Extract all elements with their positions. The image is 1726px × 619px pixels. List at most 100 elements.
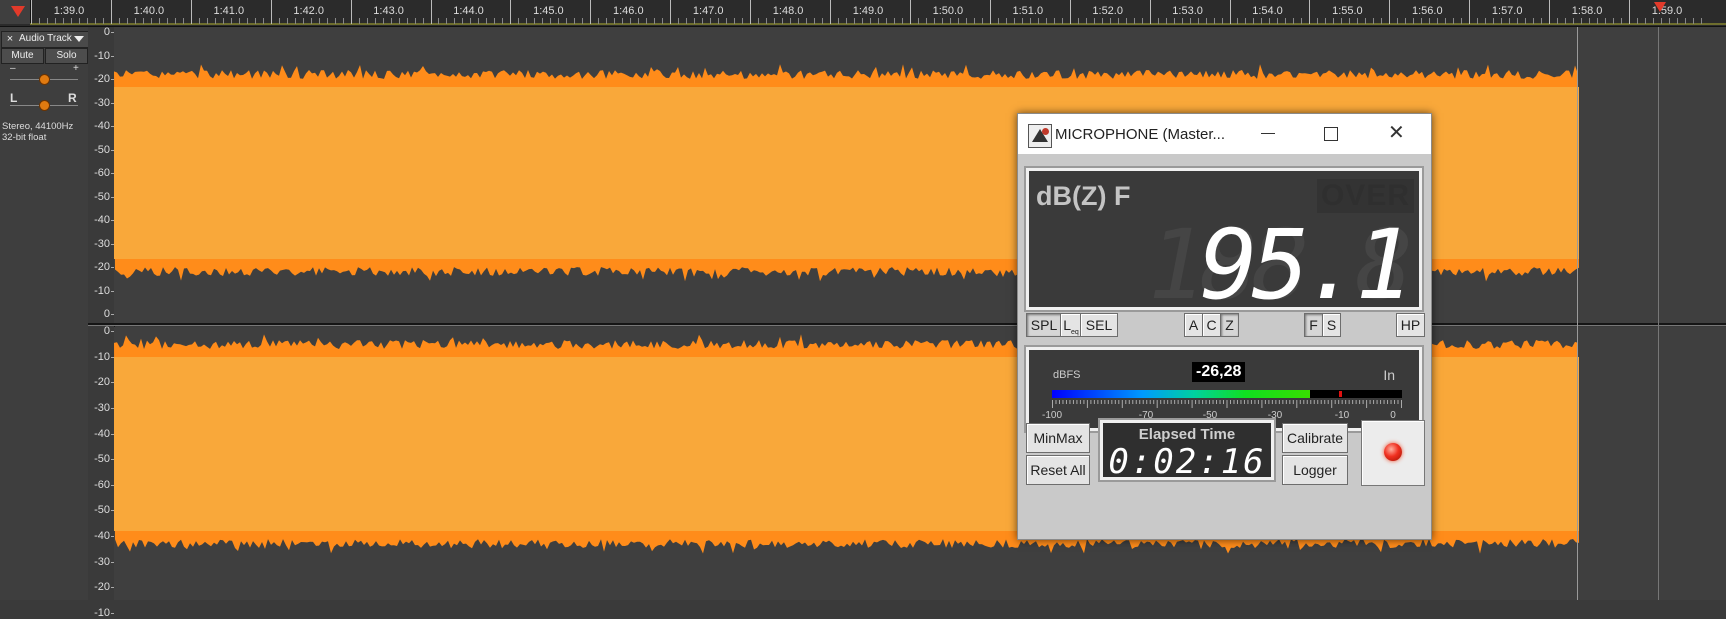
a-weight-button[interactable]: A	[1184, 313, 1203, 337]
ruler-minor-tick	[406, 18, 408, 24]
ruler-minor-tick	[1597, 18, 1599, 24]
ruler-minor-tick	[806, 18, 808, 24]
scale-db-label: -50	[94, 453, 110, 466]
level-scale-ticks	[1052, 400, 1402, 408]
ruler-minor-tick	[981, 18, 983, 24]
maximize-icon[interactable]	[1324, 127, 1338, 141]
pan-left-label: L	[10, 91, 18, 105]
solo-button[interactable]: Solo	[45, 48, 88, 64]
ruler-minor-tick	[694, 18, 696, 24]
ruler-minor-tick	[1652, 18, 1654, 24]
ruler-minor-tick	[654, 18, 656, 24]
minmax-button[interactable]: MinMax	[1026, 423, 1090, 453]
ruler-minor-tick	[1397, 18, 1399, 24]
ruler-major-tick	[31, 0, 32, 24]
sel-button[interactable]: SEL	[1080, 313, 1118, 337]
reset-all-button[interactable]: Reset All	[1026, 455, 1090, 485]
minimize-icon[interactable]	[1261, 133, 1275, 134]
scale-db-label: -10	[94, 607, 110, 619]
ruler-minor-tick	[1405, 18, 1407, 24]
ruler-major-tick	[430, 0, 432, 24]
spl-button[interactable]: SPL	[1026, 313, 1062, 337]
scale-tick	[111, 613, 114, 614]
ruler-time-label: 1:50.0	[932, 5, 964, 17]
ruler-minor-tick	[1045, 18, 1047, 24]
leq-button[interactable]: Leq	[1060, 313, 1082, 337]
ruler-minor-tick	[518, 18, 520, 24]
ruler-minor-tick	[382, 18, 384, 24]
end-marker-icon[interactable]	[1654, 2, 1666, 12]
ruler-minor-tick	[901, 18, 903, 24]
ruler-time-label: 1:46.0	[613, 5, 644, 17]
ruler-minor-tick	[358, 18, 360, 24]
ruler-minor-tick	[478, 18, 480, 24]
ruler-minor-tick	[1173, 18, 1175, 24]
record-button[interactable]	[1361, 420, 1425, 486]
amplitude-scale-bottom: 0 -10 -20 -30 -40 -50 -60 -50 -40 -30 -20 -10	[88, 325, 115, 619]
scale-db-label: -10	[94, 284, 110, 297]
ruler-minor-tick	[837, 18, 839, 24]
scale-db-label: -20	[94, 376, 110, 389]
gain-slider-knob[interactable]	[39, 74, 50, 85]
fast-button[interactable]: F	[1304, 313, 1323, 337]
ruler-minor-tick	[86, 18, 88, 24]
scale-db-label: -50	[94, 190, 110, 203]
high-pass-button[interactable]: HP	[1396, 313, 1425, 337]
ruler-minor-tick	[390, 18, 392, 24]
playback-end-line	[1658, 27, 1659, 600]
play-head-button[interactable]	[0, 0, 31, 24]
ruler-minor-tick	[1485, 18, 1487, 24]
ruler-major-tick	[1309, 0, 1311, 24]
scale-db-label: -40	[94, 530, 110, 543]
track-name-menu[interactable]: Audio Track	[19, 33, 72, 44]
z-weight-button[interactable]: Z	[1220, 313, 1239, 337]
ruler-minor-tick	[102, 18, 104, 24]
ruler-major-tick	[1069, 0, 1071, 24]
ruler-minor-tick	[1525, 18, 1527, 24]
close-track-icon[interactable]: ×	[4, 33, 16, 45]
pan-slider-knob[interactable]	[39, 100, 50, 111]
elapsed-time-label: Elapsed Time	[1138, 426, 1236, 443]
ruler-minor-tick	[1037, 18, 1039, 24]
mute-button[interactable]: Mute	[1, 48, 44, 64]
ruler-minor-tick	[414, 18, 416, 24]
ruler-minor-tick	[1517, 18, 1519, 24]
ruler-minor-tick	[1477, 18, 1479, 24]
ruler-minor-tick	[126, 18, 128, 24]
ruler-minor-tick	[310, 18, 312, 24]
ruler-minor-tick	[1165, 18, 1167, 24]
ruler-minor-tick	[54, 18, 56, 24]
ruler-minor-tick	[726, 18, 728, 24]
ruler-major-tick	[1469, 0, 1471, 24]
close-icon[interactable]: ✕	[1388, 123, 1405, 143]
ruler-minor-tick	[822, 18, 823, 24]
ruler-minor-tick	[734, 18, 736, 24]
ruler-minor-tick	[941, 18, 943, 24]
ruler-minor-tick	[1293, 18, 1295, 24]
track-header: × Audio Track	[1, 31, 89, 48]
waveform-channel-right[interactable]	[114, 327, 1726, 600]
ruler-minor-tick	[1437, 18, 1439, 24]
calibrate-button[interactable]: Calibrate	[1282, 423, 1348, 453]
ruler-minor-tick	[949, 18, 951, 24]
ruler-major-tick	[1149, 0, 1151, 24]
ruler-minor-tick	[150, 18, 152, 24]
ruler-major-tick	[350, 0, 352, 24]
ruler-minor-tick	[1261, 18, 1263, 24]
ruler-minor-tick	[1317, 18, 1319, 24]
chevron-down-icon[interactable]	[74, 36, 84, 42]
ruler-minor-tick	[1325, 18, 1327, 24]
ruler-minor-tick	[1333, 18, 1335, 24]
scale-db-label: -50	[94, 143, 110, 156]
scale-db-label: -30	[94, 96, 110, 109]
ruler-time-label: 1:53.0	[1172, 5, 1203, 17]
timeline-ruler[interactable]: 1:39.0 1:40.0 1:41.0 1:42.0 1:43.0 1:44.0 1:45…	[0, 0, 1726, 27]
logger-button[interactable]: Logger	[1282, 455, 1348, 485]
waveform-channel-left[interactable]	[114, 27, 1726, 323]
c-weight-button[interactable]: C	[1202, 313, 1221, 337]
ruler-minor-tick	[294, 18, 296, 24]
slow-button[interactable]: S	[1322, 313, 1341, 337]
ruler-minor-tick	[1077, 18, 1079, 24]
level-display: dB(Z) F OVER 188.8 95.1	[1024, 166, 1424, 321]
title-bar[interactable]: MICROPHONE (Master... ✕	[1018, 114, 1431, 154]
